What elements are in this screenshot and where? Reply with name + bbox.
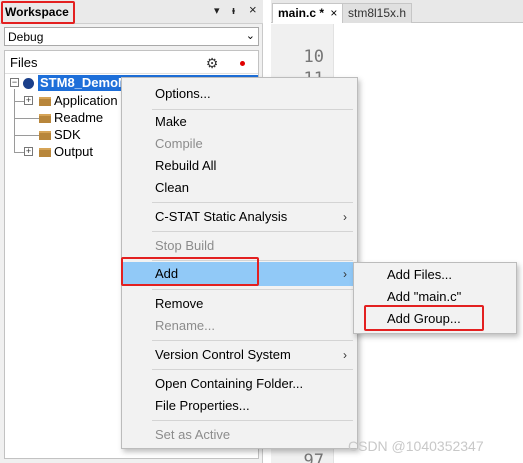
workspace-titlebar: Workspace ▾ ᵻ × (0, 0, 263, 24)
dropdown-arrow-icon[interactable]: ▾ (214, 4, 220, 18)
menu-separator (152, 231, 353, 232)
tree-item-output[interactable]: Output (39, 144, 93, 160)
menu-item-label: C-STAT Static Analysis (155, 209, 288, 224)
expand-toggle[interactable]: + (24, 96, 33, 105)
tree-line (14, 135, 40, 136)
chevron-down-icon: ⌄ (245, 30, 255, 42)
menu-item-open-containing-folder[interactable]: Open Containing Folder... (122, 373, 357, 395)
folder-icon (39, 131, 51, 140)
configuration-value: Debug (8, 30, 44, 44)
menu-item-rename[interactable]: Rename... (122, 315, 357, 337)
tree-line (14, 89, 15, 153)
menu-item-label: Version Control System (155, 347, 291, 362)
close-icon[interactable]: × (330, 6, 337, 20)
submenu-item-add-main-c[interactable]: Add "main.c" (354, 286, 516, 308)
menu-item-label: Add (155, 266, 179, 281)
menu-item-rebuild-all[interactable]: Rebuild All (122, 155, 357, 177)
menu-item-compile[interactable]: Compile (122, 133, 357, 155)
menu-separator (152, 340, 353, 341)
tree-item-sdk[interactable]: SDK (39, 127, 81, 143)
menu-item-label: Clean (155, 180, 189, 195)
menu-item-clean[interactable]: Clean (122, 177, 357, 199)
menu-item-add[interactable]: Add › (122, 262, 357, 286)
menu-separator (152, 202, 353, 203)
tab-label: stm8l15x.h (348, 6, 407, 20)
menu-item-label: Rename... (155, 318, 215, 333)
folder-icon (39, 114, 51, 123)
tree-item-label: SDK (54, 127, 81, 142)
status-dot-icon[interactable] (233, 54, 251, 72)
files-header: Files ⚙ (5, 51, 258, 74)
menu-item-options[interactable]: Options... (122, 83, 357, 105)
add-submenu: Add Files... Add "main.c" Add Group... (353, 262, 517, 334)
menu-item-file-properties[interactable]: File Properties... (122, 395, 357, 417)
menu-item-make[interactable]: Make (122, 111, 357, 133)
tab-stm8l15x-h[interactable]: stm8l15x.h (342, 3, 413, 23)
tree-line (14, 152, 24, 153)
folder-icon (39, 148, 51, 157)
menu-item-label: Open Containing Folder... (155, 376, 304, 391)
tree-line (14, 101, 24, 102)
menu-item-remove[interactable]: Remove (122, 293, 357, 315)
menu-item-label: Add Files... (387, 267, 453, 282)
menu-item-label: Add Group... (387, 311, 461, 326)
menu-separator (152, 260, 353, 261)
chevron-right-icon: › (343, 210, 347, 224)
gear-icon[interactable]: ⚙ (203, 54, 221, 72)
tree-line (14, 118, 40, 119)
tree-item-application[interactable]: Application (39, 93, 118, 109)
editor-tab-strip: main.c * × stm8l15x.h (271, 0, 523, 23)
menu-item-label: Make (155, 114, 187, 129)
chevron-right-icon: › (343, 348, 347, 362)
menu-item-stop-build[interactable]: Stop Build (122, 235, 357, 257)
menu-item-label: Compile (155, 136, 203, 151)
context-menu: Options... Make Compile Rebuild All Clea… (121, 77, 358, 449)
tree-item-label: Readme (54, 110, 104, 125)
tab-label: main.c * (278, 6, 325, 20)
menu-separator (152, 109, 353, 110)
menu-item-label: Set as Active (155, 427, 231, 442)
line-number: 10 (303, 47, 324, 67)
collapse-toggle[interactable]: − (10, 78, 19, 87)
workspace-title: Workspace (5, 5, 69, 19)
project-icon (23, 78, 34, 89)
menu-separator (152, 420, 353, 421)
tree-item-label: Output (54, 144, 94, 159)
menu-separator (152, 369, 353, 370)
submenu-item-add-group[interactable]: Add Group... (354, 308, 516, 330)
tree-item-label: Application (54, 93, 118, 108)
submenu-item-add-files[interactable]: Add Files... (354, 264, 516, 286)
folder-icon (39, 97, 51, 106)
tab-main-c[interactable]: main.c * × (272, 3, 344, 23)
watermark: CSDN @1040352347 (348, 438, 484, 454)
menu-item-version-control[interactable]: Version Control System › (122, 344, 357, 366)
expand-toggle[interactable]: + (24, 147, 33, 156)
menu-item-label: Options... (155, 86, 211, 101)
menu-item-label: Remove (155, 296, 204, 311)
close-icon[interactable]: × (249, 3, 257, 17)
menu-item-label: File Properties... (155, 398, 250, 413)
configuration-select[interactable]: Debug ⌄ (4, 27, 259, 46)
files-label: Files (10, 55, 38, 70)
pin-icon[interactable]: ᵻ (232, 4, 235, 18)
menu-item-set-as-active[interactable]: Set as Active (122, 424, 357, 446)
line-number: 97 (303, 451, 324, 463)
menu-item-cstat[interactable]: C-STAT Static Analysis › (122, 206, 357, 228)
menu-item-label: Add "main.c" (387, 289, 462, 304)
tree-item-readme[interactable]: Readme (39, 110, 103, 126)
chevron-right-icon: › (343, 267, 347, 281)
menu-item-label: Rebuild All (155, 158, 217, 173)
menu-item-label: Stop Build (155, 238, 215, 253)
menu-separator (152, 289, 353, 290)
